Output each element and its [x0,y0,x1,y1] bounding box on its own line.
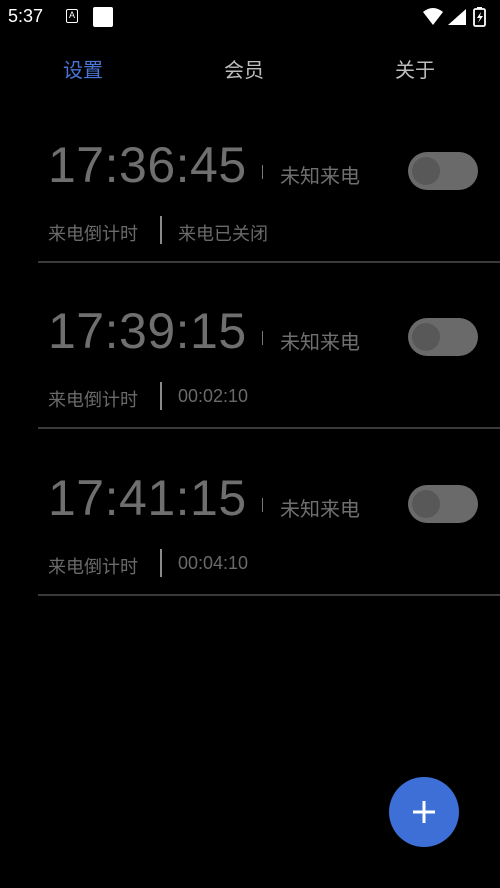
divider [38,594,500,596]
status-indicators [422,7,492,27]
caller-separator [262,331,263,345]
tab-member[interactable]: 会员 [224,54,264,83]
wifi-icon [423,8,443,25]
toggle-knob [412,490,440,518]
alarm-status: 00:04:10 [178,553,249,573]
status-separator [160,382,162,410]
alarm-mode: 来电倒计时 [48,390,138,411]
toggle-knob [412,323,440,351]
alarm-time: 17:41:15 [48,470,247,526]
caller-separator [262,498,263,512]
tab-about[interactable]: 关于 [395,54,435,83]
alarm-item[interactable]: 17:41:15 未知来电 来电倒计时 00:04:10 [38,443,500,609]
caller-separator [262,165,263,179]
square-icon [93,7,113,27]
status-separator [160,216,162,244]
divider [38,427,500,429]
alarm-toggle[interactable] [408,318,478,356]
alarm-time: 17:36:45 [48,137,247,193]
plus-icon [413,801,435,823]
alarm-item[interactable]: 17:39:15 未知来电 来电倒计时 00:02:10 [38,276,500,442]
cell-signal-icon [448,9,466,25]
alarm-time: 17:39:15 [48,303,247,359]
status-separator [160,549,162,577]
status-bar: 5:37 A [0,0,500,34]
status-time: 5:37 [8,6,44,26]
alarm-toggle[interactable] [408,485,478,523]
alarm-caller: 未知来电 [280,330,360,354]
alarm-toggle[interactable] [408,152,478,190]
tab-settings[interactable]: 设置 [63,54,103,83]
alarm-item[interactable]: 17:36:45 未知来电 来电倒计时 来电已关闭 [38,110,500,276]
alarm-status: 00:02:10 [178,386,249,406]
toggle-knob [412,157,440,185]
alarm-caller: 未知来电 [280,164,360,188]
add-alarm-button[interactable] [389,777,459,847]
alarm-mode: 来电倒计时 [48,224,138,245]
alarm-status: 来电已关闭 [178,224,268,245]
battery-icon [473,7,486,27]
divider [38,261,500,263]
alarm-mode: 来电倒计时 [48,557,138,578]
a-icon: A [66,9,78,23]
top-tabs: 设置 会员 关于 [0,44,500,88]
alarm-caller: 未知来电 [280,497,360,521]
